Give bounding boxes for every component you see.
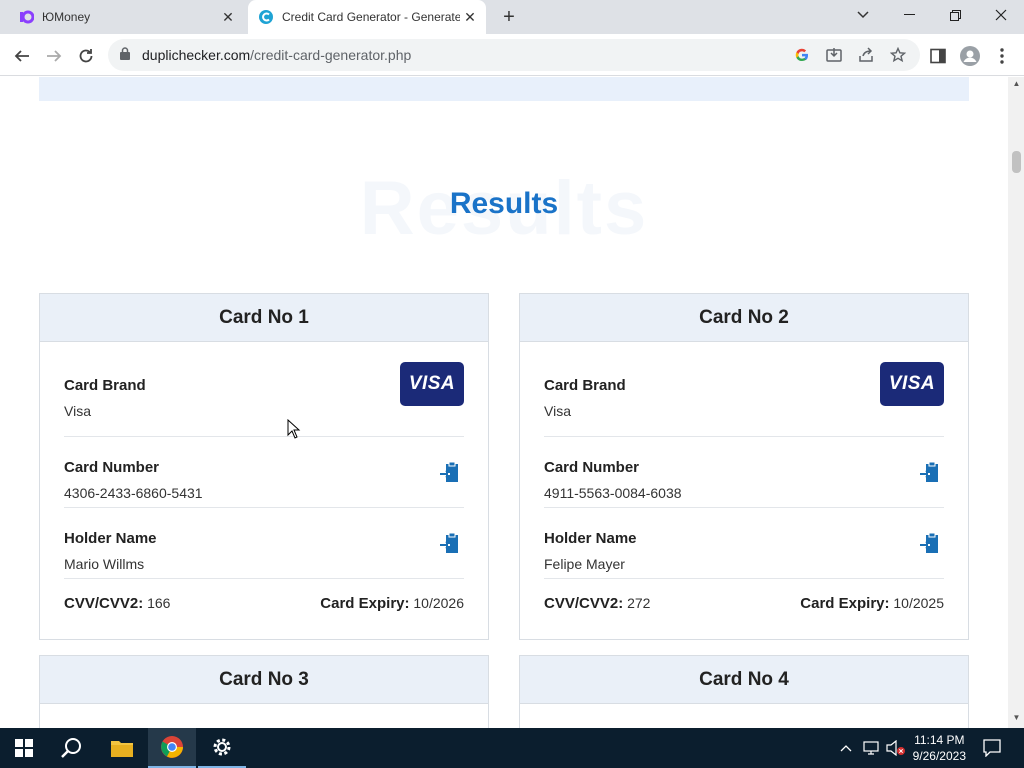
expiry-value: 10/2025	[893, 595, 944, 611]
expiry-field: Card Expiry: 10/2026	[320, 595, 464, 612]
card-2: Card No 2 Card Brand Visa VISA Card Numb…	[519, 293, 969, 640]
volume-muted-icon[interactable]	[884, 728, 908, 768]
share-icon[interactable]	[856, 45, 876, 65]
card-3: Card No 3	[39, 655, 489, 728]
card-number-label: Card Number	[64, 459, 160, 476]
cvv-field: CVV/CVV2: 272	[544, 595, 650, 612]
clock-date: 9/26/2023	[912, 749, 966, 763]
card-brand-label: Card Brand	[64, 377, 146, 394]
tray-chevron-up-icon[interactable]	[836, 728, 856, 768]
tab-search-chevron-icon[interactable]	[840, 0, 886, 30]
google-icon[interactable]	[792, 45, 812, 65]
new-tab-button[interactable]: +	[497, 6, 521, 28]
restore-button[interactable]	[932, 0, 978, 30]
tab-title: ЮMoney	[42, 10, 91, 24]
close-tab-icon[interactable]: ✕	[460, 7, 480, 27]
copy-holder-name-icon[interactable]	[918, 532, 942, 556]
notifications-icon[interactable]	[978, 728, 1006, 768]
card-header: Card No 4	[520, 656, 968, 704]
close-window-button[interactable]	[978, 0, 1024, 30]
url-path: /credit-card-generator.php	[250, 47, 412, 63]
holder-name-row: Holder Name Felipe Mayer	[544, 508, 944, 579]
holder-name-value: Mario Willms	[64, 556, 145, 572]
close-tab-icon[interactable]: ✕	[218, 7, 238, 27]
address-bar[interactable]: duplichecker.com/credit-card-generator.p…	[108, 39, 920, 71]
expiry-value: 10/2026	[413, 595, 464, 611]
reload-button[interactable]	[72, 42, 100, 70]
cvv-value: 166	[147, 595, 171, 611]
expiry-field: Card Expiry: 10/2025	[800, 595, 944, 612]
holder-name-row: Holder Name Mario Willms	[64, 508, 464, 579]
search-icon[interactable]	[48, 728, 96, 768]
minimize-button[interactable]	[886, 0, 932, 30]
side-panel-icon[interactable]	[926, 44, 950, 68]
file-explorer-icon[interactable]	[98, 728, 146, 768]
yumoney-favicon-icon	[18, 9, 34, 25]
card-header: Card No 1	[40, 294, 488, 342]
copy-card-number-icon[interactable]	[918, 461, 942, 485]
card-brand-row: Card Brand Visa VISA	[544, 342, 944, 437]
kebab-menu-icon[interactable]	[990, 44, 1014, 68]
card-4: Card No 4	[519, 655, 969, 728]
card-number-row: Card Number 4306-2433-6860-5431	[64, 437, 464, 508]
card-number-label: Card Number	[544, 459, 640, 476]
page-scrollbar[interactable]: ▲ ▼	[1008, 77, 1024, 728]
holder-name-label: Holder Name	[64, 530, 157, 547]
top-section-band	[39, 77, 969, 101]
cvv-expiry-row: CVV/CVV2: 272 Card Expiry: 10/2025	[544, 579, 944, 639]
tab-yumoney[interactable]: ЮMoney ✕	[8, 0, 244, 34]
visa-logo: VISA	[400, 362, 464, 406]
scroll-up-arrow-icon[interactable]: ▲	[1012, 79, 1021, 88]
page-viewport: Results Results Card No 1 Card Brand Vis…	[0, 77, 1008, 728]
card-number-value: 4911-5563-0084-6038	[544, 485, 682, 501]
card-number-row: Card Number 4911-5563-0084-6038	[544, 437, 944, 508]
system-clock[interactable]: 11:14 PM 9/26/2023	[913, 732, 966, 764]
expiry-label: Card Expiry:	[320, 595, 410, 612]
visa-logo: VISA	[880, 362, 944, 406]
lock-icon[interactable]	[120, 47, 130, 65]
expiry-label: Card Expiry:	[800, 595, 890, 612]
copy-card-number-icon[interactable]	[438, 461, 462, 485]
holder-name-value: Felipe Mayer	[544, 556, 625, 572]
install-app-icon[interactable]	[824, 45, 844, 65]
browser-titlebar: ЮMoney ✕ Credit Card Generator - Generat…	[0, 0, 1024, 34]
copy-holder-name-icon[interactable]	[438, 532, 462, 556]
cvv-expiry-row: CVV/CVV2: 166 Card Expiry: 10/2026	[64, 579, 464, 639]
card-header: Card No 2	[520, 294, 968, 342]
mouse-cursor-icon	[287, 418, 301, 439]
card-header: Card No 3	[40, 656, 488, 704]
card-1: Card No 1 Card Brand Visa VISA Card Numb…	[39, 293, 489, 640]
card-brand-row: Card Brand Visa VISA	[64, 342, 464, 437]
chrome-taskbar-icon[interactable]	[148, 728, 196, 768]
tab-credit-card-generator[interactable]: Credit Card Generator - Generate ✕	[248, 0, 486, 34]
windows-taskbar: 11:14 PM 9/26/2023	[0, 728, 1024, 768]
cvv-label: CVV/CVV2:	[544, 595, 624, 612]
scrollbar-thumb[interactable]	[1012, 151, 1021, 173]
clock-time: 11:14 PM	[914, 733, 965, 747]
forward-button[interactable]	[40, 42, 68, 70]
holder-name-label: Holder Name	[544, 530, 637, 547]
bookmark-star-icon[interactable]	[888, 45, 908, 65]
browser-toolbar: duplichecker.com/credit-card-generator.p…	[0, 34, 1024, 76]
url-domain: duplichecker.com	[142, 47, 251, 63]
url-text: duplichecker.com/credit-card-generator.p…	[142, 47, 411, 63]
card-brand-label: Card Brand	[544, 377, 626, 394]
profile-avatar[interactable]	[958, 44, 982, 68]
card-brand-value: Visa	[544, 403, 571, 419]
cvv-label: CVV/CVV2:	[64, 595, 144, 612]
duplichecker-favicon-icon	[258, 9, 274, 25]
settings-gear-icon[interactable]	[198, 728, 246, 768]
cvv-field: CVV/CVV2: 166	[64, 595, 170, 612]
scroll-down-arrow-icon[interactable]: ▼	[1012, 713, 1021, 722]
tab-title: Credit Card Generator - Generate	[282, 10, 460, 24]
back-button[interactable]	[8, 42, 36, 70]
results-heading: Results	[449, 187, 559, 220]
card-number-value: 4306-2433-6860-5431	[64, 485, 203, 501]
card-brand-value: Visa	[64, 403, 91, 419]
network-icon[interactable]	[860, 728, 882, 768]
windows-start-icon[interactable]	[0, 728, 48, 768]
cvv-value: 272	[627, 595, 651, 611]
